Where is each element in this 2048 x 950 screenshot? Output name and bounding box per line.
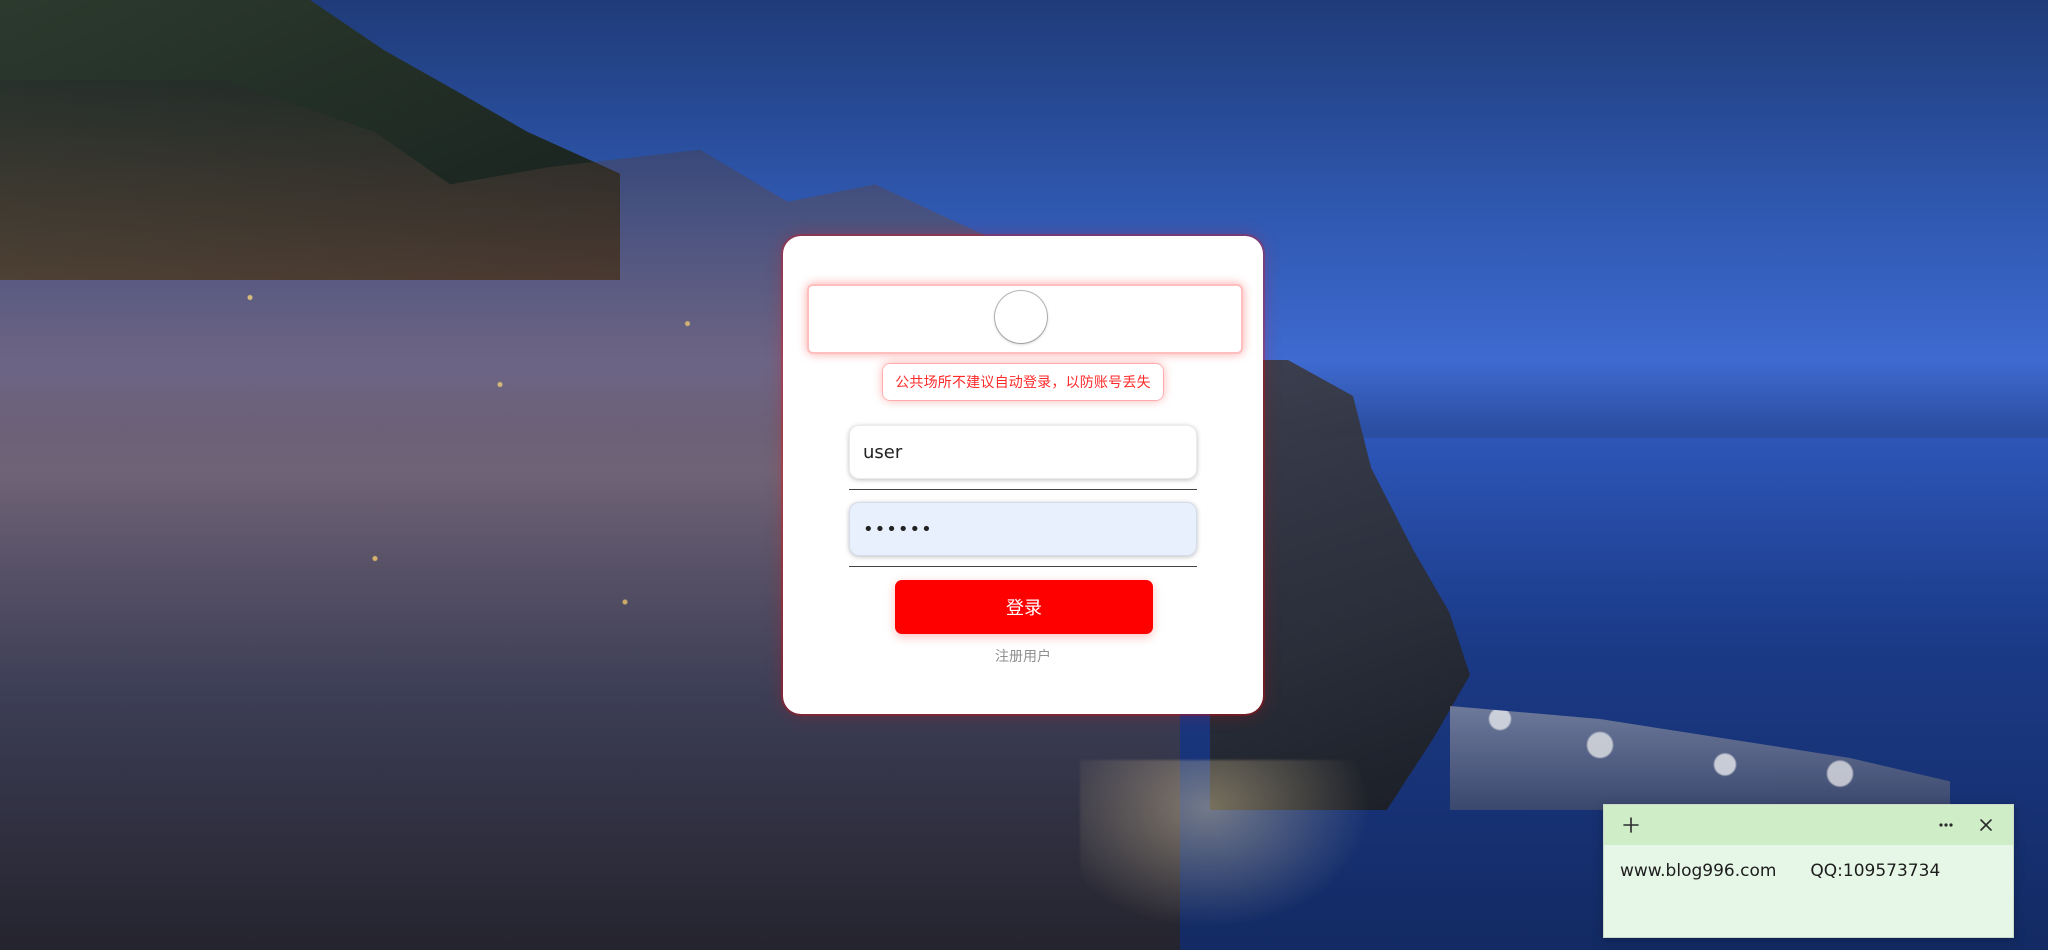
close-icon[interactable] bbox=[1973, 812, 1999, 838]
plus-icon[interactable] bbox=[1618, 812, 1644, 838]
note-text-website: www.blog996.com bbox=[1620, 861, 1777, 881]
note-widget: www.blog996.com QQ:109573734 bbox=[1603, 804, 2014, 938]
note-header bbox=[1604, 805, 2013, 845]
auto-login-notice-text: 公共场所不建议自动登录，以防账号丢失 bbox=[895, 375, 1151, 391]
username-underline bbox=[849, 489, 1197, 490]
note-header-actions bbox=[1933, 812, 1999, 838]
username-input[interactable] bbox=[849, 425, 1197, 479]
password-field-wrap bbox=[849, 502, 1197, 556]
plus-icon-svg bbox=[1623, 817, 1639, 833]
auto-login-notice: 公共场所不建议自动登录，以防账号丢失 bbox=[883, 364, 1163, 400]
avatar bbox=[995, 291, 1047, 343]
login-button[interactable]: 登录 bbox=[895, 580, 1153, 634]
close-icon-svg bbox=[1980, 819, 1992, 831]
note-text-qq: QQ:109573734 bbox=[1810, 861, 1941, 881]
login-modal: 公共场所不建议自动登录，以防账号丢失 登录 注册用户 bbox=[783, 236, 1263, 714]
password-input[interactable] bbox=[849, 502, 1197, 556]
login-header-panel bbox=[807, 284, 1243, 354]
register-link[interactable]: 注册用户 bbox=[783, 646, 1263, 666]
username-field-wrap bbox=[849, 425, 1197, 479]
background-water-glow bbox=[1080, 760, 1400, 950]
note-body: www.blog996.com QQ:109573734 bbox=[1604, 845, 2013, 881]
password-underline bbox=[849, 566, 1197, 567]
more-horizontal-icon[interactable] bbox=[1933, 812, 1959, 838]
more-horizontal-icon-svg bbox=[1939, 823, 1953, 827]
